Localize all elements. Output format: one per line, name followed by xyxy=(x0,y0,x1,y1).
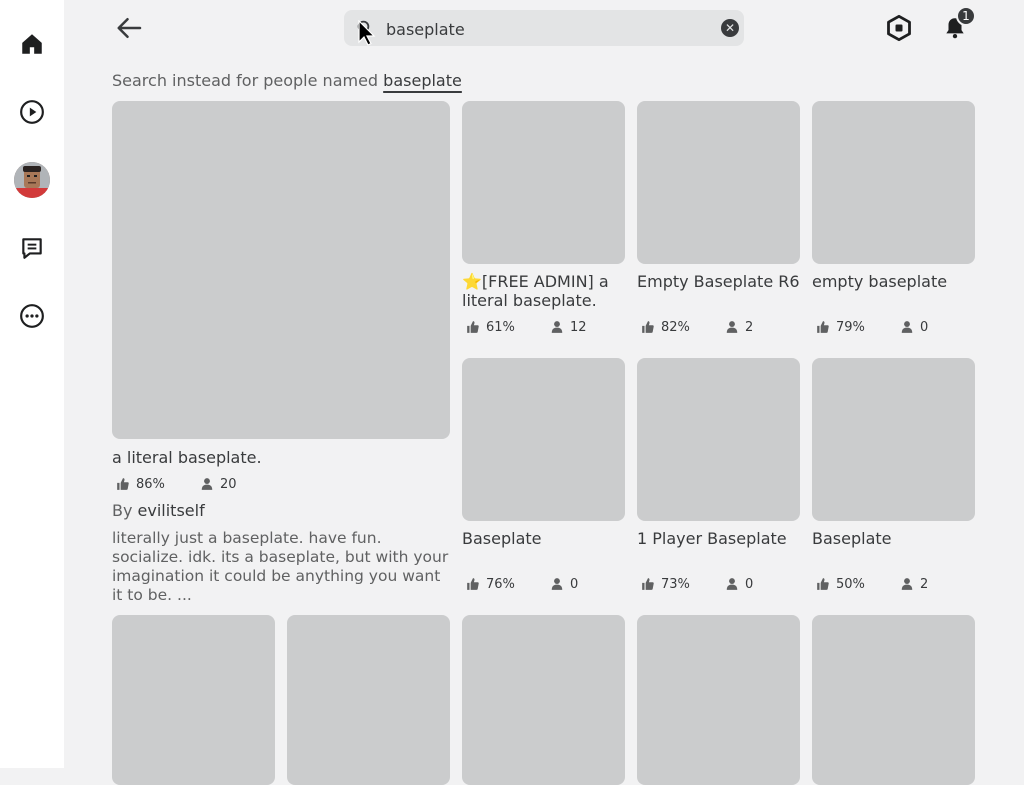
game-rating: 79% xyxy=(836,319,865,335)
play-circle-icon xyxy=(20,100,44,124)
chat-button[interactable] xyxy=(12,228,52,268)
people-search-link[interactable]: baseplate xyxy=(383,71,462,90)
featured-game-stats: 86% 20 xyxy=(116,475,237,493)
thumbs-up-icon xyxy=(817,578,829,590)
game-rating: 76% xyxy=(486,576,515,592)
game-thumbnail[interactable] xyxy=(812,615,975,785)
game-title[interactable]: Baseplate xyxy=(462,529,632,548)
alternate-search-suggestion: Search instead for people named baseplat… xyxy=(112,71,462,90)
game-thumbnail[interactable] xyxy=(462,358,625,521)
home-button[interactable] xyxy=(12,24,52,64)
avatar[interactable] xyxy=(14,162,50,198)
search-bar: ✕ xyxy=(344,10,744,46)
featured-creator-link[interactable]: evilitself xyxy=(138,501,205,520)
back-button[interactable] xyxy=(112,12,148,44)
play-button[interactable] xyxy=(12,92,52,132)
player-icon xyxy=(201,478,213,490)
game-rating: 82% xyxy=(661,319,690,335)
game-stats: 61% 12 xyxy=(466,318,587,336)
game-stats: 76% 0 xyxy=(466,575,578,593)
chat-icon xyxy=(22,238,42,259)
game-title[interactable]: ⭐[FREE ADMIN] a literal baseplate. xyxy=(462,272,632,310)
game-thumbnail[interactable] xyxy=(112,615,275,785)
game-players: 12 xyxy=(570,319,587,335)
close-icon: ✕ xyxy=(724,21,736,35)
game-stats: 82% 2 xyxy=(641,318,753,336)
game-stats: 79% 0 xyxy=(816,318,928,336)
game-thumbnail[interactable] xyxy=(637,101,800,264)
player-icon xyxy=(551,578,563,590)
game-rating: 73% xyxy=(661,576,690,592)
game-thumbnail[interactable] xyxy=(637,358,800,521)
featured-game-title[interactable]: a literal baseplate. xyxy=(112,448,262,467)
player-icon xyxy=(901,578,913,590)
game-players: 0 xyxy=(570,576,579,592)
search-input[interactable] xyxy=(384,14,708,44)
alternate-search-prefix: Search instead for people named xyxy=(112,71,384,90)
game-players: 0 xyxy=(745,576,754,592)
notification-count-badge: 1 xyxy=(956,6,976,26)
thumbs-up-icon xyxy=(642,578,654,590)
thumbs-up-icon xyxy=(817,321,829,333)
game-stats: 50% 2 xyxy=(816,575,928,593)
sidebar xyxy=(0,0,64,768)
back-arrow-icon xyxy=(117,18,142,38)
more-icon xyxy=(20,304,44,328)
game-title[interactable]: 1 Player Baseplate xyxy=(637,529,807,548)
game-thumbnail[interactable] xyxy=(462,615,625,785)
game-thumbnail[interactable] xyxy=(812,101,975,264)
robux-icon xyxy=(887,14,911,42)
featured-creator-line: By evilitself xyxy=(112,501,205,520)
avatar-image xyxy=(14,162,50,198)
game-players: 0 xyxy=(920,319,929,335)
featured-rating: 86% xyxy=(136,476,165,492)
featured-game-description: literally just a baseplate. have fun. so… xyxy=(112,529,449,604)
game-thumbnail[interactable] xyxy=(287,615,450,785)
game-rating: 61% xyxy=(486,319,515,335)
featured-players: 20 xyxy=(220,476,237,492)
featured-game-thumbnail[interactable] xyxy=(112,101,450,439)
game-rating: 50% xyxy=(836,576,865,592)
game-thumbnail[interactable] xyxy=(637,615,800,785)
game-players: 2 xyxy=(920,576,929,592)
player-icon xyxy=(901,321,913,333)
clear-search-button[interactable]: ✕ xyxy=(721,19,739,37)
game-title[interactable]: Empty Baseplate R6 xyxy=(637,272,807,291)
thumbs-up-icon xyxy=(467,578,479,590)
thumbs-up-icon xyxy=(642,321,654,333)
player-icon xyxy=(726,578,738,590)
player-icon xyxy=(726,321,738,333)
player-icon xyxy=(551,321,563,333)
game-players: 2 xyxy=(745,319,754,335)
thumbs-up-icon xyxy=(467,321,479,333)
game-thumbnail[interactable] xyxy=(462,101,625,264)
game-title[interactable]: empty baseplate xyxy=(812,272,982,291)
game-stats: 73% 0 xyxy=(641,575,753,593)
more-button[interactable] xyxy=(12,296,52,336)
mouse-cursor-icon xyxy=(358,20,376,46)
game-title[interactable]: Baseplate xyxy=(812,529,982,548)
robux-button[interactable] xyxy=(882,11,916,45)
home-icon xyxy=(22,34,42,54)
game-thumbnail[interactable] xyxy=(812,358,975,521)
featured-by-label: By xyxy=(112,501,138,520)
thumbs-up-icon xyxy=(117,478,129,490)
